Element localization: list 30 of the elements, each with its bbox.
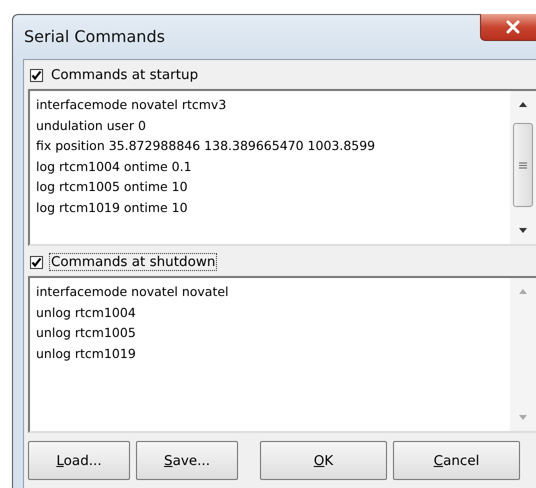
command-line: log rtcm1005 ontime 10 <box>36 178 189 196</box>
command-line: log rtcm1004 ontime 0.1 <box>36 158 193 176</box>
dialog-button[interactable]: Save... <box>136 441 238 480</box>
command-line: unlog rtcm1005 <box>36 324 137 342</box>
grip-icon <box>519 162 527 168</box>
dialog-button[interactable]: OK <box>260 441 387 480</box>
scrollbar[interactable] <box>510 91 536 244</box>
command-line: interfacemode novatel rtcmv3 <box>36 96 228 114</box>
command-line: unlog rtcm1004 <box>36 304 137 322</box>
command-line: unlog rtcm1019 <box>36 344 137 363</box>
command-line: undulation user 0 <box>36 116 147 134</box>
checkbox[interactable] <box>30 68 43 82</box>
commands-text-area[interactable]: interfacemode novatel novatel unlog rtcm1004 unlog rtcm1005 unlog rtcm1019 <box>28 276 536 433</box>
checkbox[interactable] <box>30 256 43 268</box>
checkmark-icon <box>31 70 42 80</box>
checkbox-label[interactable]: Commands at startup <box>49 66 200 84</box>
checkbox-label[interactable]: Commands at shutdown <box>49 253 218 271</box>
checkmark-icon <box>31 256 42 268</box>
scrollbar-thumb[interactable] <box>513 123 533 207</box>
dialog-button[interactable]: Load... <box>28 441 130 480</box>
command-line: log rtcm1019 ontime 10 <box>36 198 189 217</box>
scroll-down-arrow-icon[interactable] <box>518 228 528 234</box>
close-button[interactable] <box>480 14 536 41</box>
command-line: fix position 35.872988846 138.389665470 1003.8599 <box>36 137 376 155</box>
close-icon <box>505 20 521 34</box>
command-line: interfacemode novatel novatel <box>36 283 230 301</box>
scroll-up-arrow-icon[interactable] <box>518 101 528 107</box>
window-title: Serial Commands <box>24 27 165 46</box>
dialog-button[interactable]: Cancel <box>393 441 520 480</box>
commands-text-area[interactable]: interfacemode novatel rtcmv3 undulation user 0 fix position 35.872988846 138.389665470 1003.8599 log rtcm1004 ontime 0.1 log rtcm1005 ontime 10 log rtcm1019 ontime 10 <box>28 89 536 246</box>
